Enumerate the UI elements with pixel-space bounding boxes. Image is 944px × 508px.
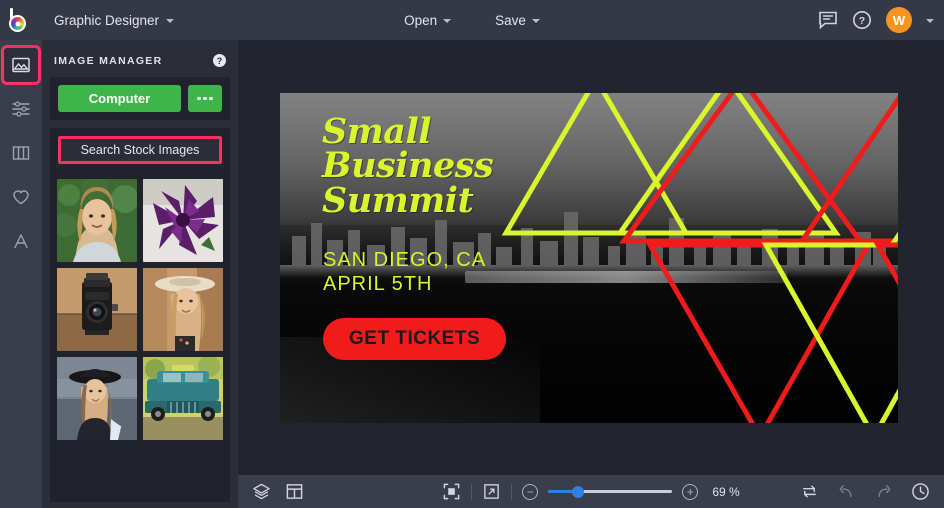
- headline-line-1: Small: [322, 111, 432, 152]
- triangle-red-2: [797, 95, 898, 244]
- list-item[interactable]: [57, 179, 137, 262]
- zoom-slider-handle[interactable]: [572, 485, 585, 498]
- save-menu-label: Save: [495, 12, 526, 28]
- zoom-out-button[interactable]: −: [522, 483, 539, 500]
- tool-rail: [0, 40, 42, 508]
- save-menu-button[interactable]: Save: [485, 8, 550, 33]
- computer-upload-button[interactable]: Computer: [58, 85, 181, 112]
- layers-icon[interactable]: [252, 482, 271, 501]
- design-canvas[interactable]: Small Business Summit SAN DIEGO, CA APRI…: [280, 93, 898, 423]
- swap-arrows-icon[interactable]: [800, 482, 819, 501]
- chevron-down-icon: [166, 19, 175, 23]
- clock-history-icon[interactable]: [911, 482, 930, 501]
- panel-title: IMAGE MANAGER: [54, 54, 163, 67]
- sidebar-item-image-manager[interactable]: [1, 45, 41, 85]
- top-bar: Graphic Designer Open Save ? W: [0, 0, 944, 40]
- canvas-headline[interactable]: Small Business Summit: [322, 111, 494, 221]
- sidebar-item-favorites[interactable]: [4, 180, 38, 214]
- subline-location: SAN DIEGO, CA: [323, 249, 487, 271]
- triangle-yellow-1: [501, 93, 691, 236]
- list-item[interactable]: [143, 268, 223, 351]
- expand-arrow-icon[interactable]: [482, 482, 501, 501]
- upload-section: Computer: [50, 77, 230, 120]
- zoom-level-value: 69 %: [712, 484, 740, 499]
- list-item[interactable]: [143, 357, 223, 440]
- sidebar-item-text-tool[interactable]: [4, 224, 38, 258]
- get-tickets-button[interactable]: GET TICKETS: [323, 318, 507, 360]
- list-item[interactable]: [143, 179, 223, 262]
- search-stock-images-button[interactable]: Search Stock Images: [58, 136, 222, 164]
- text-a-icon: [14, 234, 28, 249]
- chat-bubble-icon[interactable]: [818, 11, 838, 29]
- document-title-dropdown[interactable]: Graphic Designer: [44, 8, 184, 33]
- subline-date: APRIL 5TH: [323, 272, 433, 295]
- heart-icon: [13, 190, 29, 205]
- app-logo[interactable]: [0, 0, 40, 40]
- image-icon: [12, 57, 30, 73]
- avatar-initial: W: [892, 12, 906, 28]
- bottom-right-tools: [800, 482, 930, 501]
- zoom-out-label: −: [526, 484, 534, 499]
- zoom-slider[interactable]: [548, 484, 673, 500]
- redo-arrow-icon[interactable]: [874, 482, 893, 501]
- zoom-in-label: +: [686, 484, 694, 499]
- more-upload-options-button[interactable]: [188, 85, 222, 112]
- ellipsis-icon: [197, 96, 213, 101]
- logo-color-wheel-icon: [9, 15, 26, 32]
- sliders-icon: [12, 101, 30, 117]
- document-title-label: Graphic Designer: [54, 12, 160, 28]
- svg-text:?: ?: [859, 15, 865, 27]
- zoom-in-button[interactable]: +: [682, 483, 699, 500]
- app-root: Graphic Designer Open Save ? W IMAGE MAN…: [0, 0, 944, 508]
- avatar-chevron-down-icon[interactable]: [926, 19, 934, 23]
- triangle-yellow-3: [887, 231, 898, 248]
- user-avatar[interactable]: W: [886, 7, 912, 33]
- list-item[interactable]: [57, 268, 137, 351]
- chevron-down-icon: [443, 19, 452, 23]
- thumbnail-gallery: [50, 172, 230, 502]
- template-grid-icon[interactable]: [285, 482, 304, 501]
- panel-help-icon[interactable]: ?: [213, 54, 226, 67]
- divider: [511, 483, 513, 500]
- undo-arrow-icon[interactable]: [837, 482, 856, 501]
- headline-line-2: Business: [322, 145, 494, 187]
- bottom-left-tools: [238, 482, 304, 501]
- canvas-subheadline[interactable]: SAN DIEGO, CA APRIL 5TH: [323, 249, 486, 296]
- help-circle-icon[interactable]: ?: [852, 10, 872, 30]
- canvas-stage: Small Business Summit SAN DIEGO, CA APRI…: [238, 40, 944, 475]
- headline-line-3: Summit: [322, 179, 474, 221]
- list-item[interactable]: [57, 357, 137, 440]
- open-menu-button[interactable]: Open: [394, 8, 461, 33]
- stock-section: Search Stock Images: [50, 128, 230, 172]
- triangle-yellow-4: [761, 242, 898, 423]
- triangle-red-3: [645, 242, 873, 423]
- chevron-down-icon: [531, 19, 540, 23]
- sidebar-item-templates[interactable]: [4, 136, 38, 170]
- panel-header: IMAGE MANAGER ?: [42, 40, 238, 77]
- open-menu-label: Open: [404, 12, 438, 28]
- bottom-toolbar: − + 69 %: [238, 475, 944, 508]
- divider: [471, 483, 473, 500]
- columns-icon: [12, 146, 30, 160]
- sidebar-item-edit-tools[interactable]: [4, 92, 38, 126]
- top-bar-right-actions: ? W: [818, 0, 934, 40]
- fit-to-screen-icon[interactable]: [442, 482, 461, 501]
